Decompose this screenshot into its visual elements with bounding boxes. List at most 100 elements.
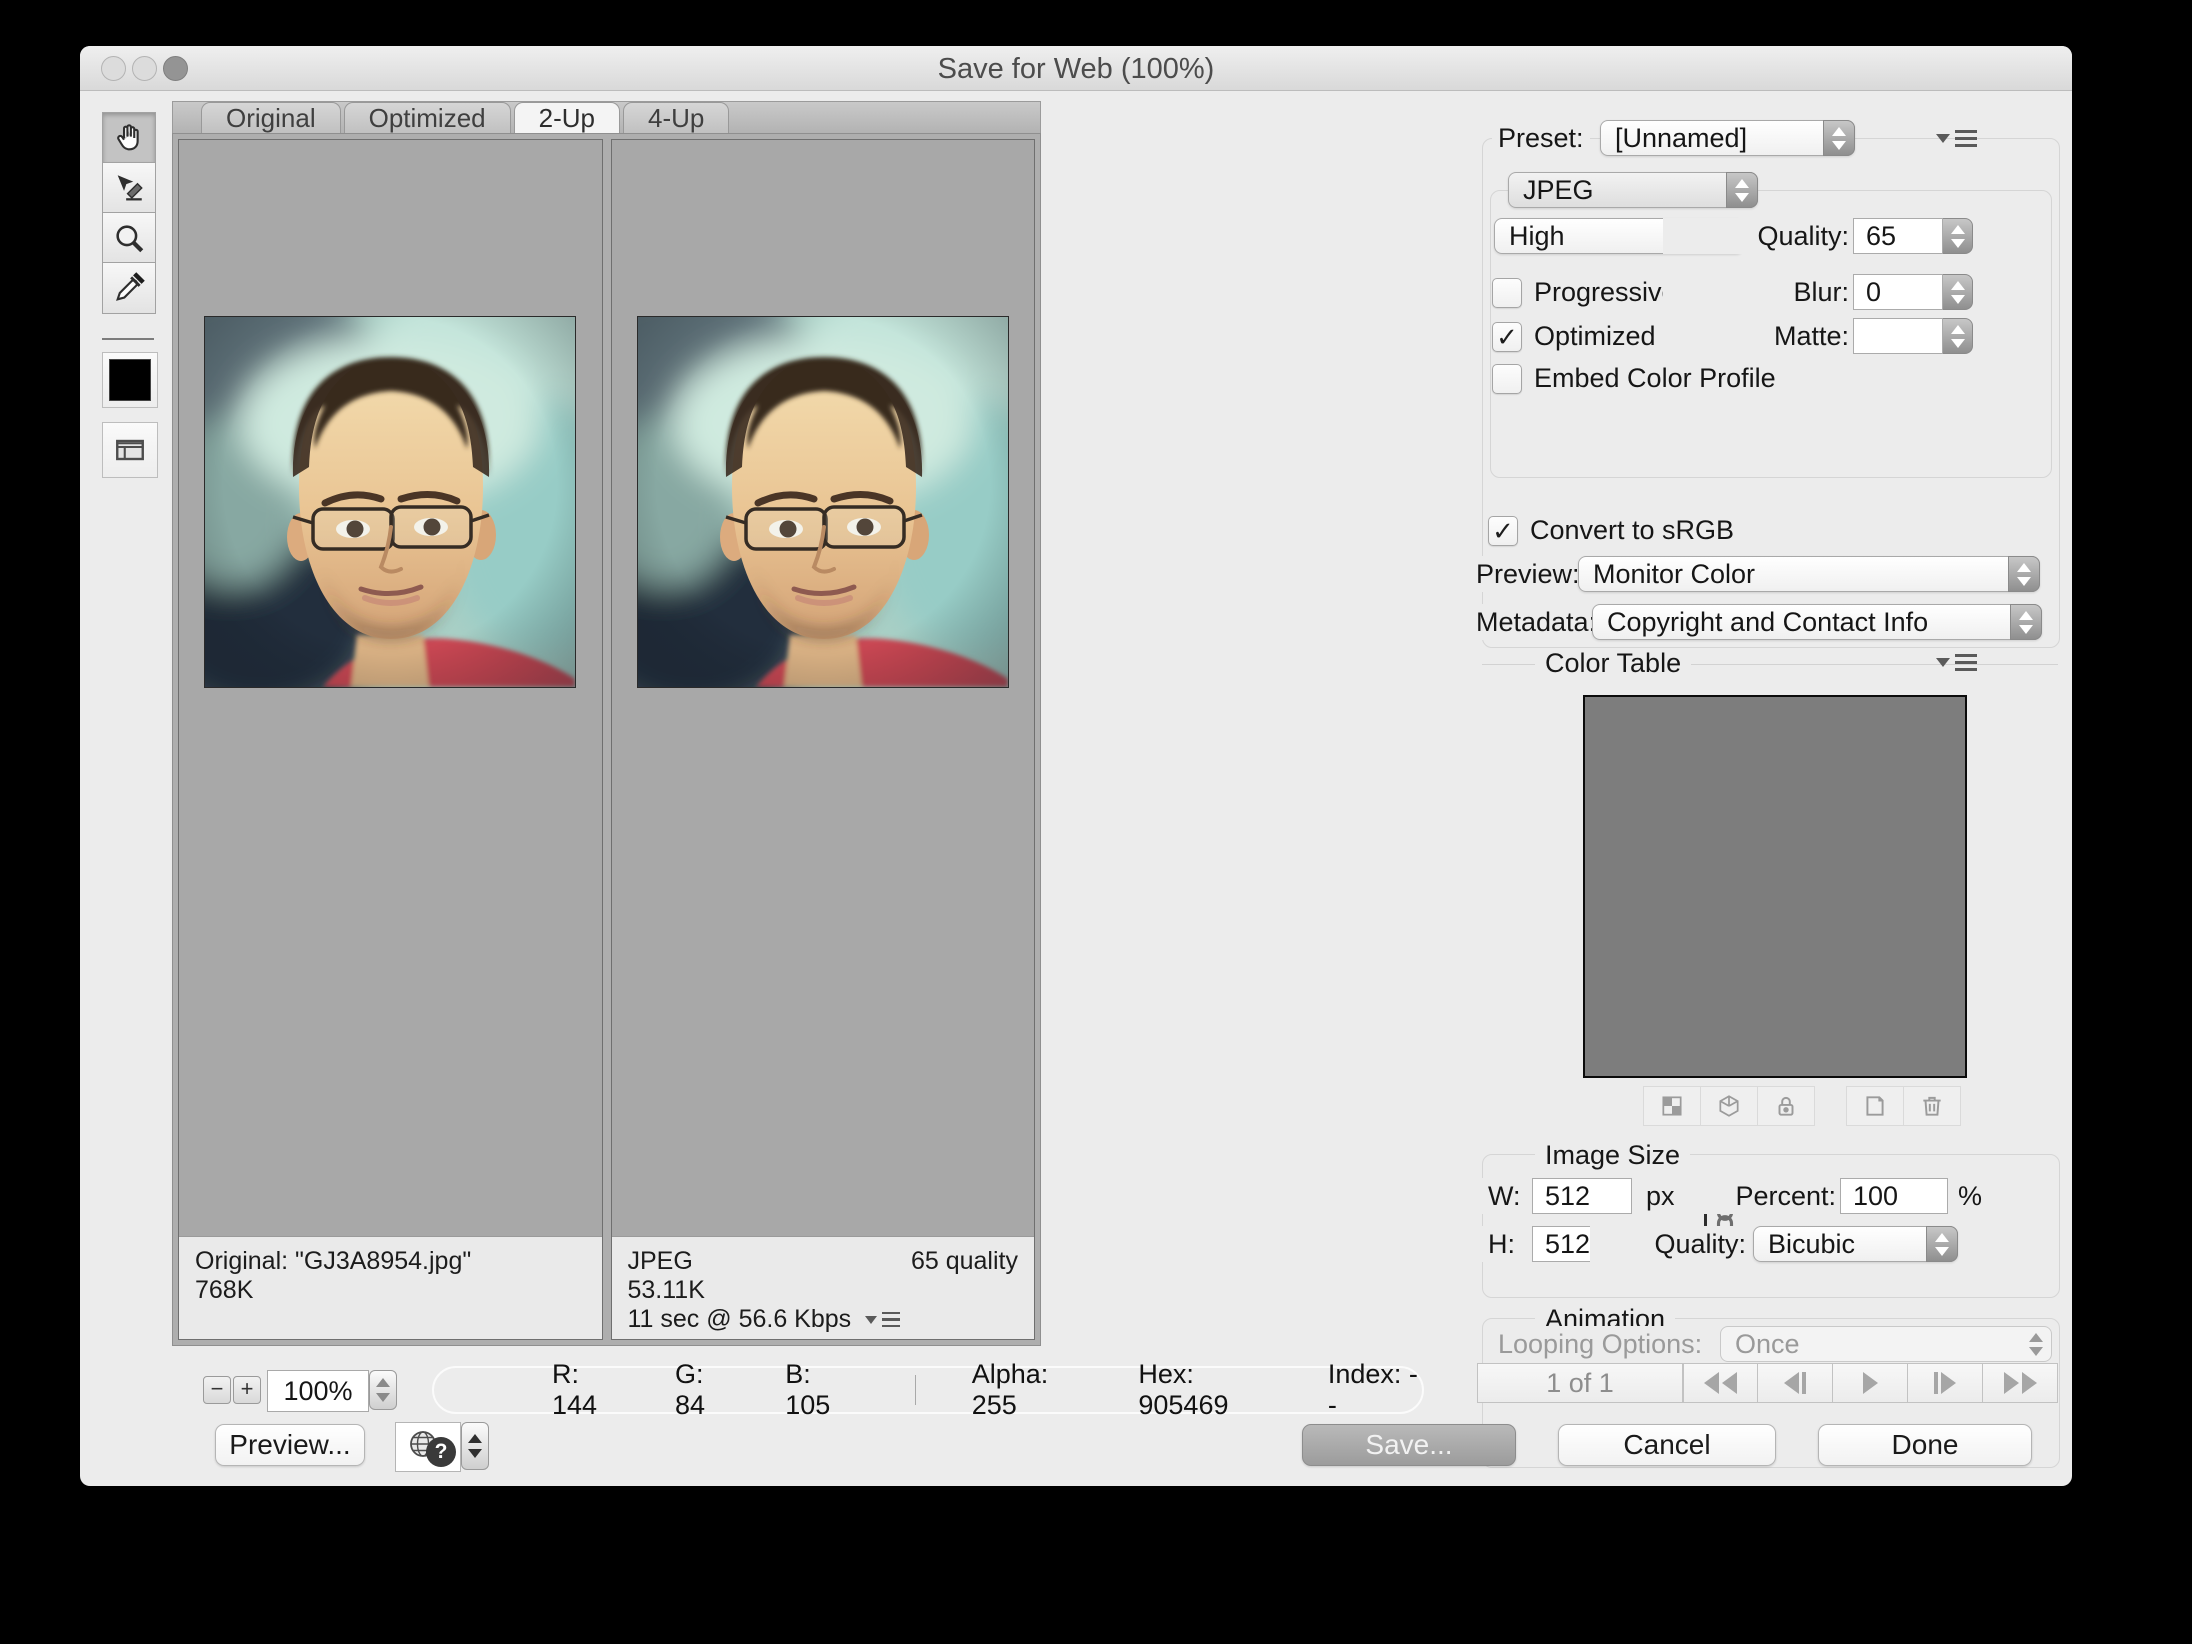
tab-4up[interactable]: 4-Up [623,102,729,134]
quality-field[interactable]: 65 [1853,218,1943,254]
popup-stepper-icon [1823,120,1855,156]
last-frame-button[interactable] [1983,1363,2058,1403]
eyedropper-color-swatch[interactable] [102,352,158,408]
percent-unit: % [1952,1178,1988,1214]
blur-field[interactable]: 0 [1853,274,1943,310]
format-value: JPEG [1523,175,1594,206]
looping-options-value: Once [1735,1329,1800,1360]
color-table-menu-icon[interactable] [1936,654,1977,671]
frame-counter: 1 of 1 [1477,1363,1683,1403]
readout-blue: B: 105 [785,1359,859,1421]
matte-stepper[interactable] [1943,318,1973,354]
popup-stepper-icon [1926,1226,1958,1262]
optimized-checkbox[interactable]: ✓ [1492,322,1522,352]
zoom-out-button[interactable]: − [203,1376,231,1404]
delete-color-icon[interactable] [1904,1087,1960,1125]
percent-label: Percent: [1680,1178,1842,1214]
zoom-tool-button[interactable] [102,212,156,264]
looping-options-popup[interactable]: Once [1720,1326,2052,1362]
color-readout-bar: R: 144 G: 84 B: 105 Alpha: 255 Hex: 9054… [432,1366,1424,1414]
convert-to-srgb-checkbox[interactable]: ✓ [1488,516,1518,546]
color-table-grid[interactable] [1583,695,1967,1078]
zoom-level-stepper[interactable] [369,1370,397,1410]
quality-stepper[interactable] [1943,218,1973,254]
original-pane[interactable]: Original: "GJ3A8954.jpg" 768K [178,139,603,1340]
tab-optimized[interactable]: Optimized [344,102,511,134]
transparency-icon[interactable] [1644,1087,1701,1125]
cancel-button[interactable]: Cancel [1558,1424,1776,1466]
optimized-quality: 65 quality [911,1247,1018,1276]
toggle-slices-visibility-button[interactable] [102,422,158,478]
help-badge-icon: ? [426,1437,456,1467]
preview-in-browser-button[interactable]: Preview... [215,1424,365,1466]
resample-quality-popup[interactable]: Bicubic [1753,1226,1958,1262]
convert-to-srgb-label: Convert to sRGB [1524,512,1740,548]
preview-button-label: Preview... [229,1429,350,1461]
width-field[interactable]: 512 [1532,1178,1632,1214]
slice-select-tool-button[interactable] [102,162,156,214]
first-frame-button[interactable] [1683,1363,1758,1403]
previous-frame-button[interactable] [1758,1363,1833,1403]
hand-tool-button[interactable] [102,112,156,164]
embed-color-profile-label: Embed Color Profile [1528,360,1782,396]
zoom-level-value: 100% [283,1376,352,1407]
blur-stepper[interactable] [1943,274,1973,310]
tab-label: Original [226,103,316,134]
optimized-pane[interactable]: JPEG 65 quality 53.11K 11 sec @ 56.6 Kbp… [611,139,1036,1340]
tab-original[interactable]: Original [201,102,341,134]
eyedropper-icon [112,271,146,305]
preset-menu-icon[interactable] [1936,130,1977,147]
looping-options-label: Looping Options: [1492,1326,1708,1362]
plus-icon: + [241,1376,254,1401]
progressive-label: Progressive [1528,274,1683,310]
zoom-level-field[interactable]: 100% [267,1370,369,1412]
matte-field[interactable] [1853,318,1943,354]
resample-quality-label: Quality: [1590,1226,1752,1262]
width-unit: px [1640,1178,1681,1214]
preview-mode-label: Preview: [1470,556,1586,592]
next-frame-button[interactable] [1908,1363,1983,1403]
color-table-tools-right [1846,1086,1961,1126]
preset-popup[interactable]: [Unnamed] [1600,120,1855,156]
original-filename: Original: "GJ3A8954.jpg" [195,1247,586,1276]
eyedropper-tool-button[interactable] [102,262,156,314]
save-button[interactable]: Save... [1302,1424,1516,1466]
check-icon: ✓ [1492,516,1514,547]
slice-select-icon [112,171,146,205]
original-image-area[interactable] [179,140,602,1236]
titlebar[interactable]: Save for Web (100%) [80,46,2072,91]
preview-mode-popup[interactable]: Monitor Color [1578,556,2040,592]
new-color-icon[interactable] [1847,1087,1904,1125]
done-button[interactable]: Done [1818,1424,2032,1466]
percent-value: 100 [1853,1181,1898,1212]
matte-label: Matte: [1663,318,1855,354]
format-popup[interactable]: JPEG [1508,172,1758,208]
readout-hex: Hex: 905469 [1138,1359,1284,1421]
play-button[interactable] [1833,1363,1908,1403]
quality-label: Quality: [1663,218,1855,254]
lock-color-icon[interactable] [1758,1087,1814,1125]
browser-select-stepper[interactable] [461,1422,489,1470]
web-shift-cube-icon[interactable] [1701,1087,1758,1125]
optimized-label: Optimized [1528,318,1662,354]
original-preview-image [204,316,576,688]
zoom-in-button[interactable]: + [233,1376,261,1404]
readout-divider [915,1375,916,1405]
resample-quality-value: Bicubic [1768,1229,1855,1260]
quality-value: 65 [1866,221,1896,252]
tab-2up[interactable]: 2-Up [514,102,620,134]
hand-icon [112,121,146,155]
optimized-download-time: 11 sec @ 56.6 Kbps [628,1305,852,1334]
popup-stepper-icon [2020,1326,2052,1362]
percent-field[interactable]: 100 [1840,1178,1948,1214]
optimized-image-area[interactable] [612,140,1035,1236]
embed-color-profile-checkbox[interactable] [1492,364,1522,394]
metadata-popup[interactable]: Copyright and Contact Info [1592,604,2042,640]
progressive-checkbox[interactable] [1492,278,1522,308]
window-title: Save for Web (100%) [80,53,2072,86]
select-browser-button[interactable]: ? [395,1422,461,1472]
cancel-button-label: Cancel [1623,1429,1710,1461]
metadata-value: Copyright and Contact Info [1607,607,1928,638]
preview-mode-value: Monitor Color [1593,559,1755,590]
download-rate-menu-icon[interactable] [865,1312,900,1328]
